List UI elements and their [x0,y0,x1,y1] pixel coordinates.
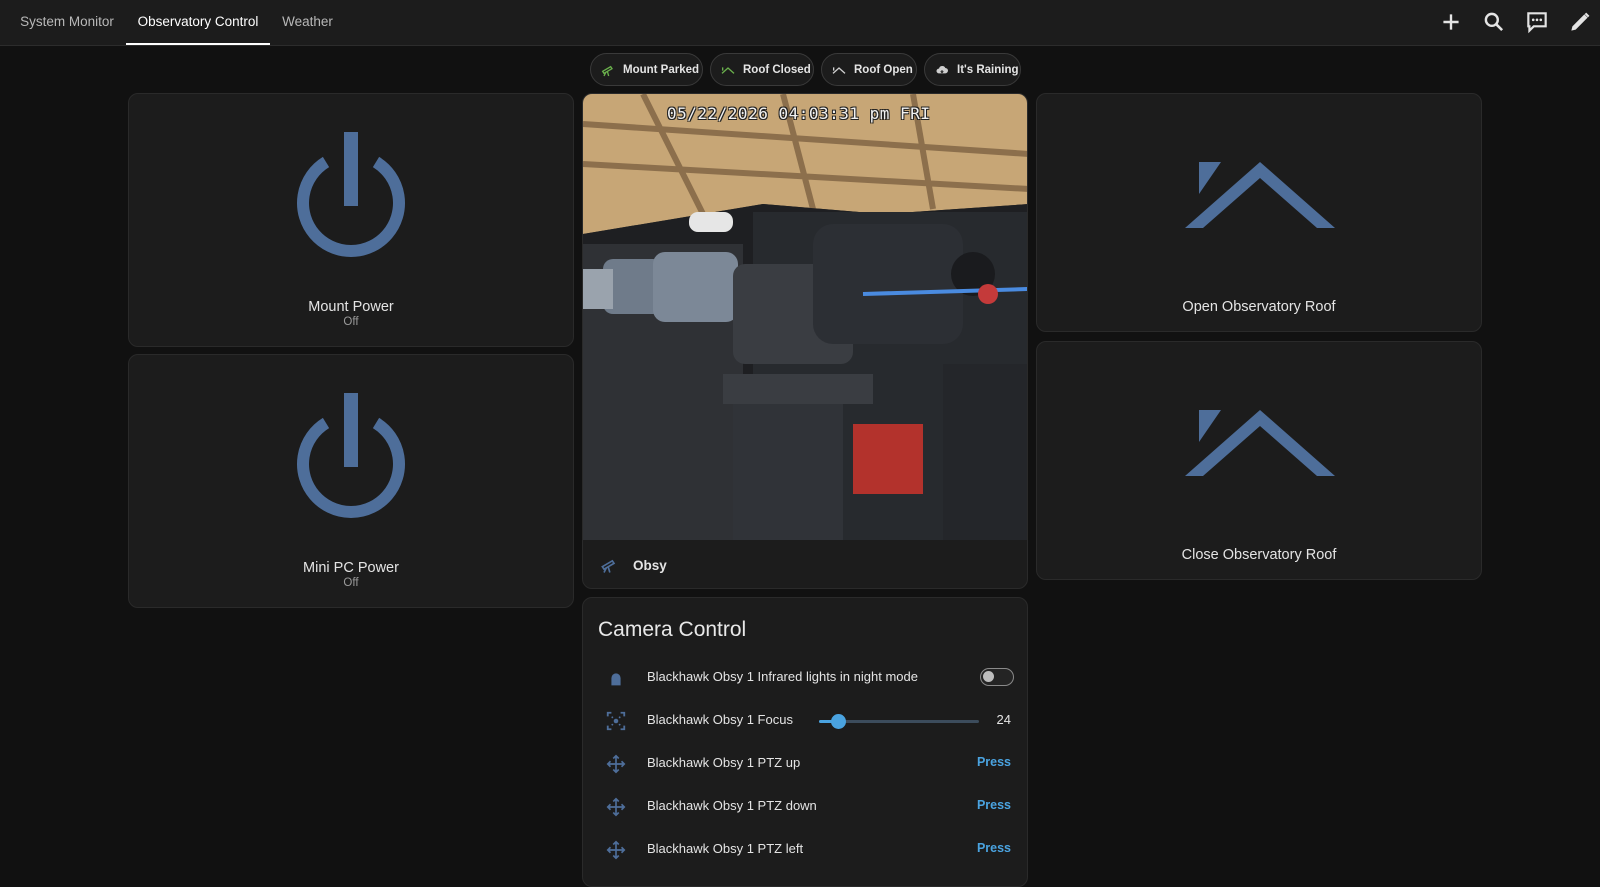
infrared-toggle[interactable] [980,668,1014,686]
tile-state: Off [343,316,359,328]
roof-icon [832,66,846,74]
search-icon[interactable] [1481,9,1507,35]
chip-label: Roof Closed [743,63,811,76]
tile-name: Mini PC Power [303,560,399,576]
bulb-icon [611,673,621,686]
camera-feed-image [583,94,1027,540]
tile-name: Close Observatory Roof [1181,547,1337,563]
chip-raining[interactable]: It's Raining [924,53,1021,86]
chip-label: Roof Open [854,63,913,76]
tab-observatory-control[interactable]: Observatory Control [126,0,270,45]
mount-power-tile[interactable]: Mount Power Off [128,93,574,347]
camera-footer: Obsy [583,540,1027,588]
ptz-left-row: Blackhawk Obsy 1 PTZ left Press [583,830,1029,870]
tile-name: Open Observatory Roof [1182,299,1336,315]
chat-icon[interactable] [1524,9,1550,35]
pencil-icon[interactable] [1567,9,1593,35]
tile-state: Off [343,577,359,589]
row-label: Blackhawk Obsy 1 PTZ down [647,798,817,813]
focus-value: 24 [996,712,1011,727]
mini-pc-power-tile[interactable]: Mini PC Power Off [128,354,574,608]
move-icon [606,754,626,774]
move-icon [606,797,626,817]
chip-label: Mount Parked [623,63,700,76]
card-title: Camera Control [598,618,747,641]
row-label: Blackhawk Obsy 1 Focus [647,712,793,727]
focus-slider[interactable] [819,714,979,729]
power-icon [297,393,405,518]
chip-roof-closed[interactable]: Roof Closed [710,53,814,86]
row-label: Blackhawk Obsy 1 PTZ up [647,755,801,770]
ptz-left-press-button[interactable]: Press [977,841,1011,855]
move-icon [606,840,626,860]
chip-label: It's Raining [957,63,1019,76]
telescope-icon [601,559,616,573]
camera-control-card: Camera Control Blackhawk Obsy 1 Infrared… [582,597,1028,887]
infrared-row: Blackhawk Obsy 1 Infrared lights in nigh… [583,658,1029,698]
roof-icon [721,66,735,74]
chip-roof-open[interactable]: Roof Open [821,53,917,86]
tile-name: Mount Power [308,299,394,315]
camera-name: Obsy [633,558,667,573]
row-label: Blackhawk Obsy 1 Infrared lights in nigh… [647,669,918,684]
cloud-icon [936,65,948,73]
plus-icon[interactable] [1438,9,1464,35]
tab-weather[interactable]: Weather [270,0,345,45]
roof-icon [1185,410,1335,476]
ptz-down-press-button[interactable]: Press [977,798,1011,812]
focus-icon [606,711,626,731]
telescope-icon [601,65,613,76]
open-roof-tile[interactable]: Open Observatory Roof [1036,93,1482,332]
chip-mount-parked[interactable]: Mount Parked [590,53,703,86]
power-icon [297,132,405,257]
top-bar: System Monitor Observatory Control Weath… [0,0,1600,46]
row-label: Blackhawk Obsy 1 PTZ left [647,841,804,856]
toggle-knob [983,671,994,682]
ptz-up-row: Blackhawk Obsy 1 PTZ up Press [583,744,1029,784]
slider-thumb[interactable] [831,714,847,729]
focus-row: Blackhawk Obsy 1 Focus 24 [583,701,1029,741]
close-roof-tile[interactable]: Close Observatory Roof [1036,341,1482,580]
ptz-up-press-button[interactable]: Press [977,755,1011,769]
ptz-down-row: Blackhawk Obsy 1 PTZ down Press [583,787,1029,827]
camera-timestamp: 05/22/2026 04:03:31 pm FRI [667,104,931,123]
camera-card[interactable]: 05/22/2026 04:03:31 pm FRI Obsy [582,93,1028,589]
roof-icon [1185,162,1335,228]
tab-system-monitor[interactable]: System Monitor [8,0,126,45]
